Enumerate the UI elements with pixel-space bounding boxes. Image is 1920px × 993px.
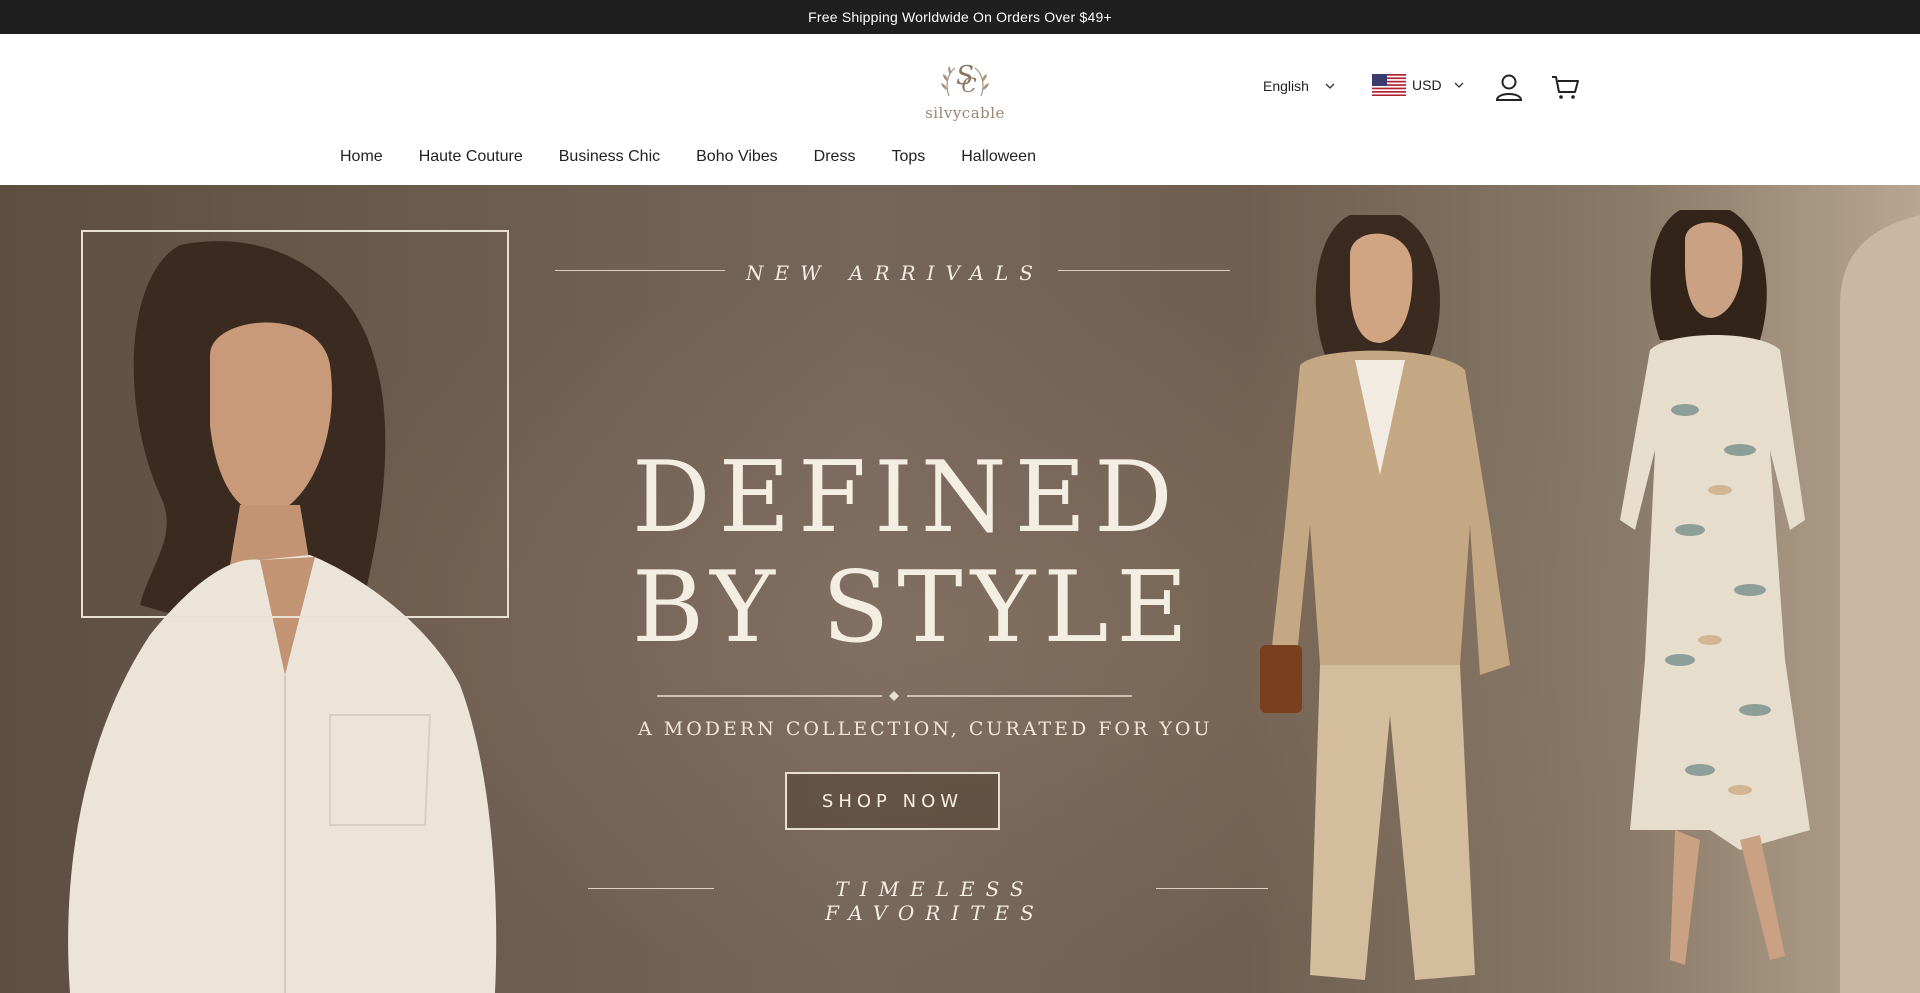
announcement-bar: Free Shipping Worldwide On Orders Over $…: [0, 0, 1920, 34]
hero-headline-line2: BY STYLE: [632, 551, 1196, 665]
nav-item-tops[interactable]: Tops: [891, 147, 925, 167]
announcement-text: Free Shipping Worldwide On Orders Over $…: [808, 9, 1112, 25]
hero-banner[interactable]: NEW ARRIVALS DEFINED BY STYLE A MODERN C…: [0, 185, 1920, 993]
model-right-image: [1620, 210, 1810, 965]
ornament-divider: [657, 691, 1132, 701]
nav-item-home[interactable]: Home: [340, 147, 383, 167]
currency-selector[interactable]: USD: [1372, 74, 1464, 96]
nav-item-haute-couture[interactable]: Haute Couture: [419, 147, 523, 167]
tagline-line-left: [588, 888, 714, 889]
nav-item-dress[interactable]: Dress: [814, 147, 856, 167]
language-selector[interactable]: English: [1263, 78, 1335, 94]
hero-headline-line1: DEFINED: [632, 441, 1181, 555]
user-icon[interactable]: [1494, 72, 1524, 102]
eyebrow-line-left: [555, 270, 725, 271]
nav-item-boho-vibes[interactable]: Boho Vibes: [696, 147, 778, 167]
svg-text:C: C: [961, 73, 976, 97]
logo-monogram-icon: S C: [941, 61, 989, 97]
us-flag-icon: [1372, 74, 1406, 96]
chevron-down-icon: [1454, 82, 1464, 88]
tagline-line-right: [1156, 888, 1268, 889]
arch-decor: [1840, 215, 1920, 993]
logo-text: silvycable: [925, 104, 1005, 122]
eyebrow-line-right: [1058, 270, 1230, 271]
nav-item-halloween[interactable]: Halloween: [961, 147, 1036, 167]
brand-logo[interactable]: S C silvycable: [920, 52, 1010, 124]
site-header: S C silvycable English USD Home Haute Co…: [0, 34, 1920, 185]
main-nav: Home Haute Couture Business Chic Boho Vi…: [340, 147, 1072, 167]
hero-decorative-frame: [81, 230, 509, 618]
shop-now-button[interactable]: SHOP NOW: [785, 772, 1000, 830]
hero-subheading: A MODERN COLLECTION, CURATED FOR YOU: [638, 718, 1213, 740]
nav-item-business-chic[interactable]: Business Chic: [559, 147, 660, 167]
currency-label: USD: [1412, 77, 1442, 93]
cart-icon[interactable]: [1550, 72, 1580, 102]
hero-eyebrow: NEW ARRIVALS: [746, 261, 1044, 285]
model-center-image: [1260, 215, 1510, 980]
language-label: English: [1263, 78, 1309, 94]
hero-footer-tag: TIMELESS FAVORITES: [825, 877, 1045, 925]
chevron-down-icon: [1325, 83, 1335, 89]
